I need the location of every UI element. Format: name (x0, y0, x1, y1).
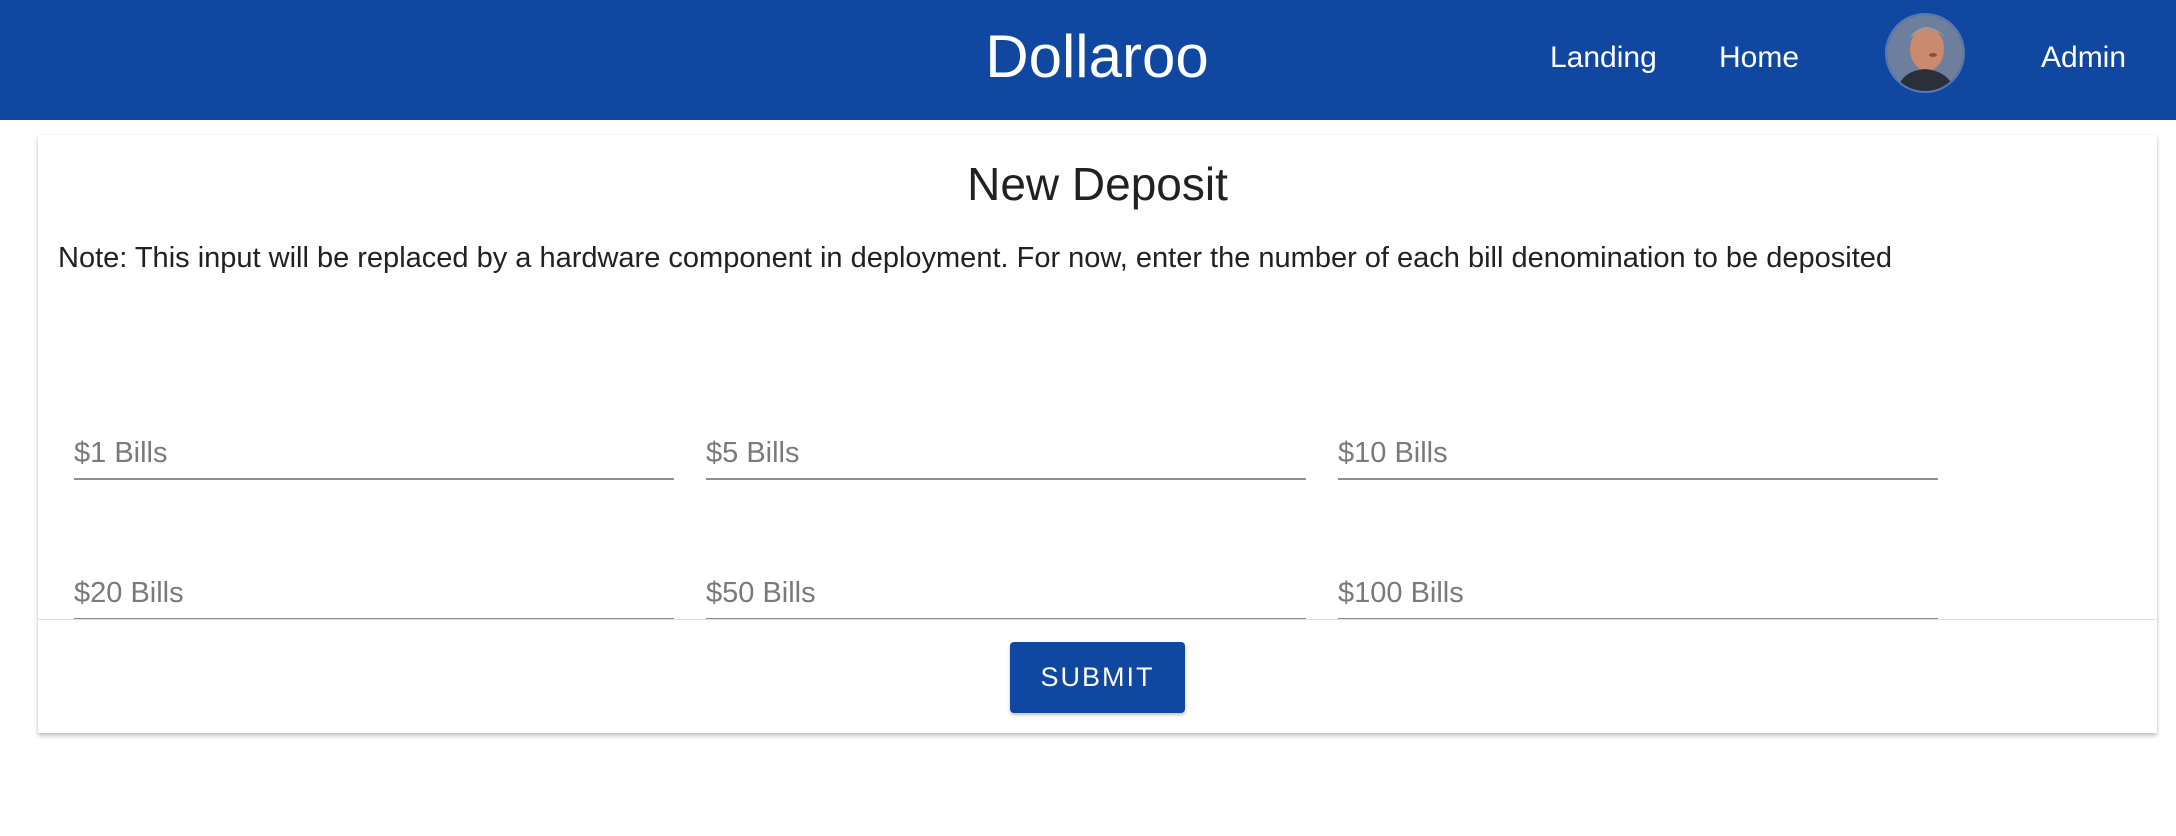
bills-100-input[interactable] (1338, 568, 1938, 618)
bills-20-input[interactable] (74, 568, 674, 618)
bills-1-field (74, 418, 674, 480)
nav-link-admin[interactable]: Admin (2041, 0, 2126, 120)
top-app-bar: Dollaroo Landing Home Admin (0, 0, 2176, 120)
avatar[interactable] (1885, 13, 1965, 93)
deposit-note: Note: This input will be replaced by a h… (58, 242, 1893, 274)
new-deposit-card: New Deposit Note: This input will be rep… (38, 135, 2157, 733)
bills-1-input[interactable] (74, 428, 674, 478)
bills-50-input[interactable] (706, 568, 1306, 618)
card-divider (38, 619, 2157, 620)
bills-20-field (74, 558, 674, 620)
card-title: New Deposit (967, 158, 1228, 210)
bills-100-field (1338, 558, 1938, 620)
bills-5-field (706, 418, 1306, 480)
nav-link-home[interactable]: Home (1719, 0, 1799, 120)
bills-50-field (706, 558, 1306, 620)
user-avatar-icon (1887, 15, 1963, 91)
submit-button[interactable]: SUBMIT (1010, 642, 1185, 713)
bills-5-input[interactable] (706, 428, 1306, 478)
bills-10-input[interactable] (1338, 428, 1938, 478)
nav-link-landing[interactable]: Landing (1550, 0, 1657, 120)
app-title: Dollaroo (985, 23, 1209, 90)
bills-10-field (1338, 418, 1938, 480)
